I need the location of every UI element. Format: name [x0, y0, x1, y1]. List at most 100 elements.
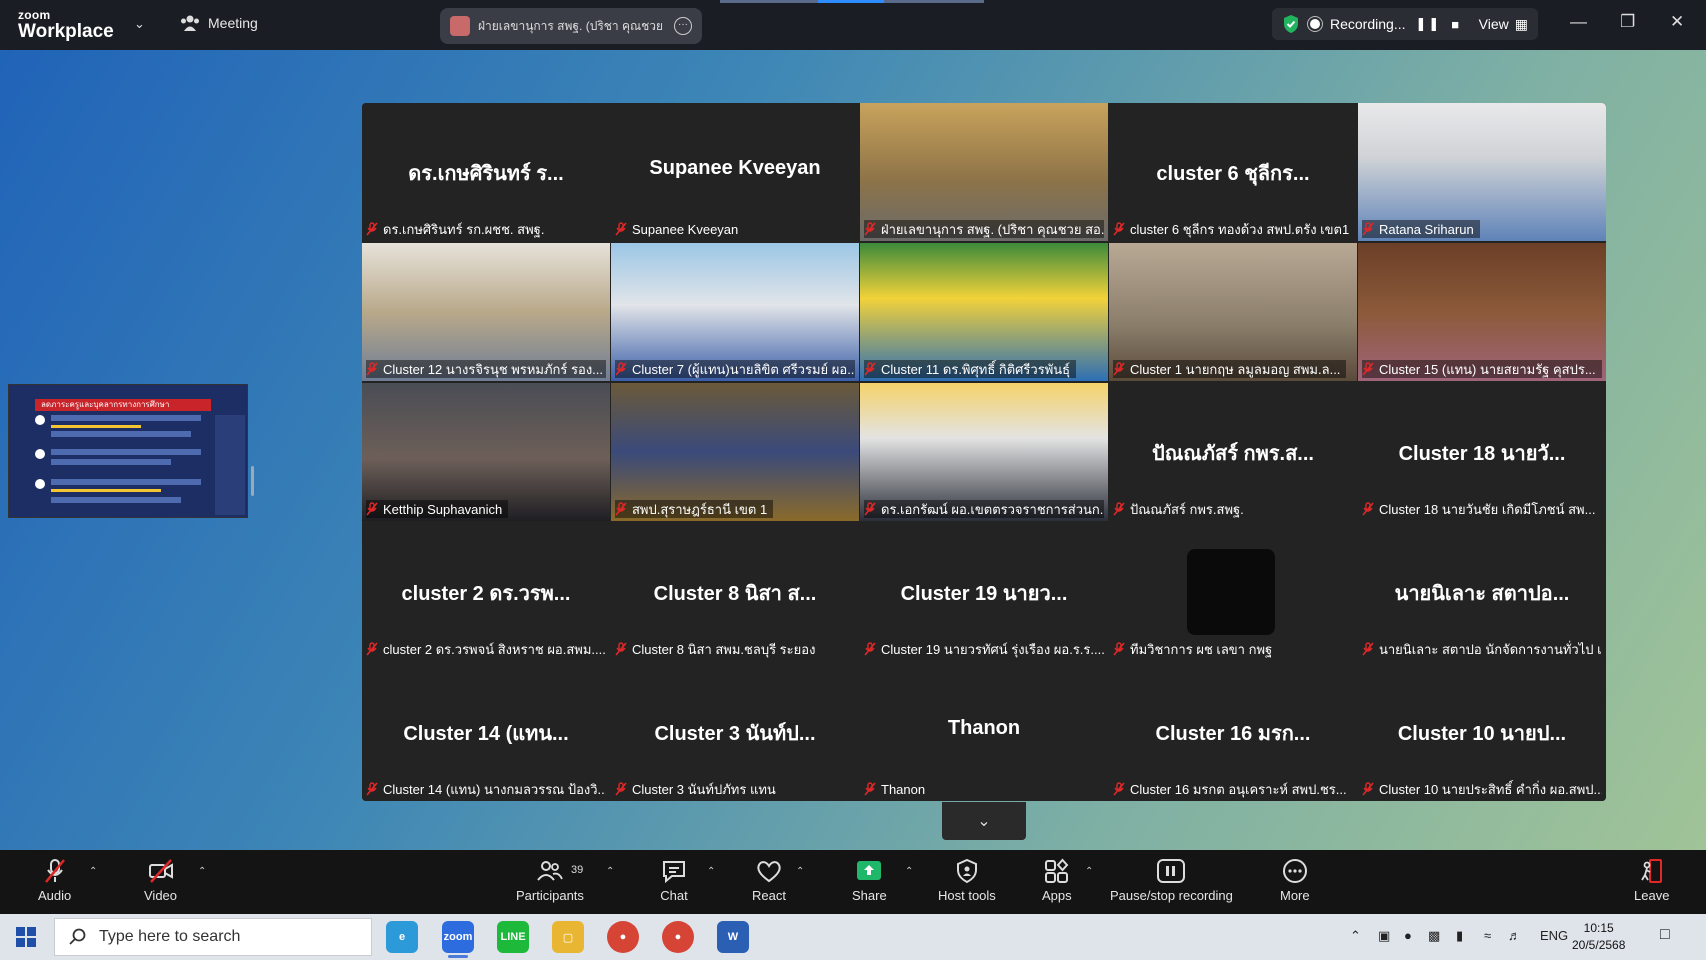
participant-tile[interactable]: สพป.สุราษฎร์ธานี เขต 1 [611, 383, 859, 521]
participant-tile[interactable]: Cluster 11 ดร.พิศุทธิ์ กิติศรีวรพันธุ์ [860, 243, 1108, 381]
line-app-icon[interactable]: LINE [497, 921, 529, 953]
chat-options-caret-icon[interactable]: ⌃ [707, 866, 715, 877]
minimize-icon[interactable]: — [1570, 12, 1587, 32]
clock-date: 20/5/2568 [1572, 938, 1626, 952]
participant-tile[interactable]: ดร.เอกรัฒน์ ผอ.เขตตรวจราชการส่วนก... [860, 383, 1108, 521]
clock-time: 10:15 [1583, 921, 1614, 935]
security-shield-icon[interactable] [1282, 14, 1300, 34]
audio-options-caret-icon[interactable]: ⌃ [89, 866, 97, 877]
participant-tile[interactable]: Cluster 19 นายว... Cluster 19 นายวรทัศน์ … [860, 523, 1108, 661]
chevron-down-icon[interactable]: ⌄ [134, 16, 145, 32]
meeting-tab[interactable]: Meeting [180, 14, 258, 32]
shared-screen-thumbnail[interactable]: ลดภาระครูและบุคลากรทางการศึกษา [8, 384, 248, 518]
participant-label-text: cluster 2 ดร.วรพจน์ สิงหราช ผอ.สพม.... [383, 641, 606, 657]
restore-icon[interactable]: ❐ [1620, 12, 1635, 32]
participant-tile[interactable]: Cluster 7 (ผู้แทน)นายลิขิต ศรีวรมย์ ผอ..… [611, 243, 859, 381]
participant-tile[interactable]: Cluster 12 นางรจิรนุช พรหมภักร์ รอง... [362, 243, 610, 381]
chrome-icon[interactable]: ● [607, 921, 639, 953]
participant-display-name: cluster 6 ชุลีกร... [1156, 163, 1310, 185]
input-language[interactable]: ENG [1540, 928, 1568, 943]
participant-tile[interactable]: ทีมวิชาการ ผช เลขา กพฐ [1109, 523, 1357, 661]
mic-muted-icon [1113, 782, 1125, 796]
windows-taskbar: Type here to search e zoom LINE ▢ ● ● W … [0, 914, 1706, 960]
participant-tile[interactable]: Cluster 18 นายวั... Cluster 18 นายวันชัย … [1358, 383, 1606, 521]
mic-muted-icon [864, 222, 876, 236]
participants-options-caret-icon[interactable]: ⌃ [606, 866, 614, 877]
share-options-caret-icon[interactable]: ⌃ [905, 866, 913, 877]
speaker-avatar [450, 16, 470, 36]
participant-tile[interactable]: Ketthip Suphavanich [362, 383, 610, 521]
participant-tile[interactable]: Cluster 14 (แทน... Cluster 14 (แทน) นางกม… [362, 663, 610, 801]
network-display-icon[interactable]: ▩ [1428, 928, 1440, 944]
participant-tile[interactable]: Cluster 16 มรก... Cluster 16 มรกต อนุเครา… [1109, 663, 1357, 801]
host-tools-shield-icon [956, 858, 977, 884]
participant-tile[interactable]: Thanon Thanon [860, 663, 1108, 801]
video-button[interactable]: Video [144, 858, 177, 903]
participant-name-label: Cluster 10 นายประสิทธิ์ คำกิ่ง ผอ.สพป... [1362, 780, 1602, 798]
participant-tile[interactable]: cluster 6 ชุลีกร... cluster 6 ชุลีกร ทองด… [1109, 103, 1357, 241]
mic-muted-icon [1362, 642, 1374, 656]
participant-tile[interactable]: Cluster 8 นิสา ส... Cluster 8 นิสา สพม.ชล… [611, 523, 859, 661]
more-label: More [1280, 888, 1310, 903]
participant-tile[interactable]: ฝ่ายเลขานุการ สพฐ. (ปริชา คุณชวย สอ.) [860, 103, 1108, 241]
participant-name-label: Cluster 11 ดร.พิศุทธิ์ กิติศรีวรพันธุ์ [864, 360, 1077, 378]
zoom-app-icon[interactable]: zoom [442, 921, 474, 958]
host-tools-button[interactable]: Host tools [938, 858, 996, 903]
participant-tile[interactable]: ดร.เกษศิรินทร์ ร... ดร.เกษศิรินทร์ รก.ผชช… [362, 103, 610, 241]
battery-icon[interactable]: ▮ [1456, 928, 1463, 944]
notifications-icon[interactable]: □ [1660, 926, 1670, 944]
share-button[interactable]: Share [852, 858, 887, 903]
stop-recording-icon[interactable]: ■ [1451, 17, 1461, 32]
show-hidden-icons-icon[interactable]: ⌃ [1350, 928, 1361, 944]
active-speaker-pill[interactable]: ฝ่ายเลขานุการ สพฐ. (ปริชา คุณชวย สอ.) ··… [440, 8, 702, 44]
more-button[interactable]: More [1280, 858, 1310, 903]
file-explorer-icon[interactable]: ▢ [552, 921, 584, 953]
leave-button[interactable]: Leave [1634, 858, 1669, 903]
apps-button[interactable]: Apps [1042, 858, 1072, 903]
participant-tile[interactable]: cluster 2 ดร.วรพ... cluster 2 ดร.วรพจน์ ส… [362, 523, 610, 661]
volume-muted-icon[interactable]: ♬ [1508, 928, 1521, 943]
zoom-workplace-logo[interactable]: zoom Workplace [18, 9, 114, 41]
more-options-icon[interactable]: ··· [674, 17, 692, 35]
wifi-icon[interactable]: ≈ [1484, 928, 1491, 943]
view-button[interactable]: View ▦ [1479, 16, 1528, 33]
edge-browser-icon[interactable]: e [386, 921, 418, 953]
participant-label-text: สพป.สุราษฎร์ธานี เขต 1 [632, 501, 768, 517]
gallery-scroll-down-button[interactable]: ⌄ [942, 802, 1026, 840]
apps-options-caret-icon[interactable]: ⌃ [1085, 866, 1093, 877]
taskbar-clock[interactable]: 10:15 20/5/2568 [1572, 920, 1625, 954]
share-label: Share [852, 888, 887, 903]
close-icon[interactable]: ✕ [1670, 12, 1684, 32]
participant-tile[interactable]: ปัณณภัสร์ กพร.ส... ปัณณภัสร์ กพร.สพฐ. [1109, 383, 1357, 521]
participant-label-text: นายนิเลาะ สตาปอ นักจัดการงานทั่วไป เข... [1379, 641, 1602, 657]
screen-share-indicator [720, 0, 984, 3]
chat-button[interactable]: Chat [660, 858, 688, 903]
device-icon[interactable]: ▣ [1378, 928, 1390, 944]
thumbnail-resize-handle[interactable] [251, 466, 254, 496]
windows-start-icon[interactable] [16, 927, 36, 947]
microphone-tray-icon[interactable]: ● [1404, 928, 1412, 943]
participant-tile[interactable]: Cluster 1 นายกฤษ ลมูลมอญ สพม.ล... [1109, 243, 1357, 381]
participant-name-label: Cluster 19 นายวรทัศน์ รุ่งเรือง ผอ.ร.ร..… [864, 640, 1104, 658]
participant-tile[interactable]: Cluster 3 นันท์ป... Cluster 3 นันท์ปภัทร … [611, 663, 859, 801]
participant-tile[interactable]: Ratana Sriharun [1358, 103, 1606, 241]
chrome-profile-icon[interactable]: ● [662, 921, 694, 953]
pause-stop-recording-button[interactable]: Pause/stop recording [1110, 858, 1233, 903]
mic-muted-icon [1362, 782, 1374, 796]
meeting-label: Meeting [208, 15, 258, 31]
react-options-caret-icon[interactable]: ⌃ [796, 866, 804, 877]
participant-tile[interactable]: Supanee Kveeyan Supanee Kveeyan [611, 103, 859, 241]
pause-recording-icon[interactable]: ❚❚ [1415, 16, 1441, 32]
participant-name-label: ดร.เอกรัฒน์ ผอ.เขตตรวจราชการส่วนก... [864, 500, 1104, 518]
audio-button[interactable]: Audio [38, 858, 71, 903]
search-placeholder: Type here to search [99, 928, 241, 945]
taskbar-search-box[interactable]: Type here to search [54, 918, 372, 956]
participant-tile[interactable]: Cluster 15 (แทน) นายสยามรัฐ คุสปร... [1358, 243, 1606, 381]
participant-label-text: Cluster 3 นันท์ปภัทร แทน [632, 781, 776, 797]
word-app-icon[interactable]: W [717, 921, 749, 953]
chat-icon [663, 861, 685, 884]
participant-tile[interactable]: นายนิเลาะ สตาปอ... นายนิเลาะ สตาปอ นักจัด… [1358, 523, 1606, 661]
video-options-caret-icon[interactable]: ⌃ [198, 866, 206, 877]
participant-tile[interactable]: Cluster 10 นายป... Cluster 10 นายประสิทธิ… [1358, 663, 1606, 801]
react-button[interactable]: React [752, 858, 786, 903]
